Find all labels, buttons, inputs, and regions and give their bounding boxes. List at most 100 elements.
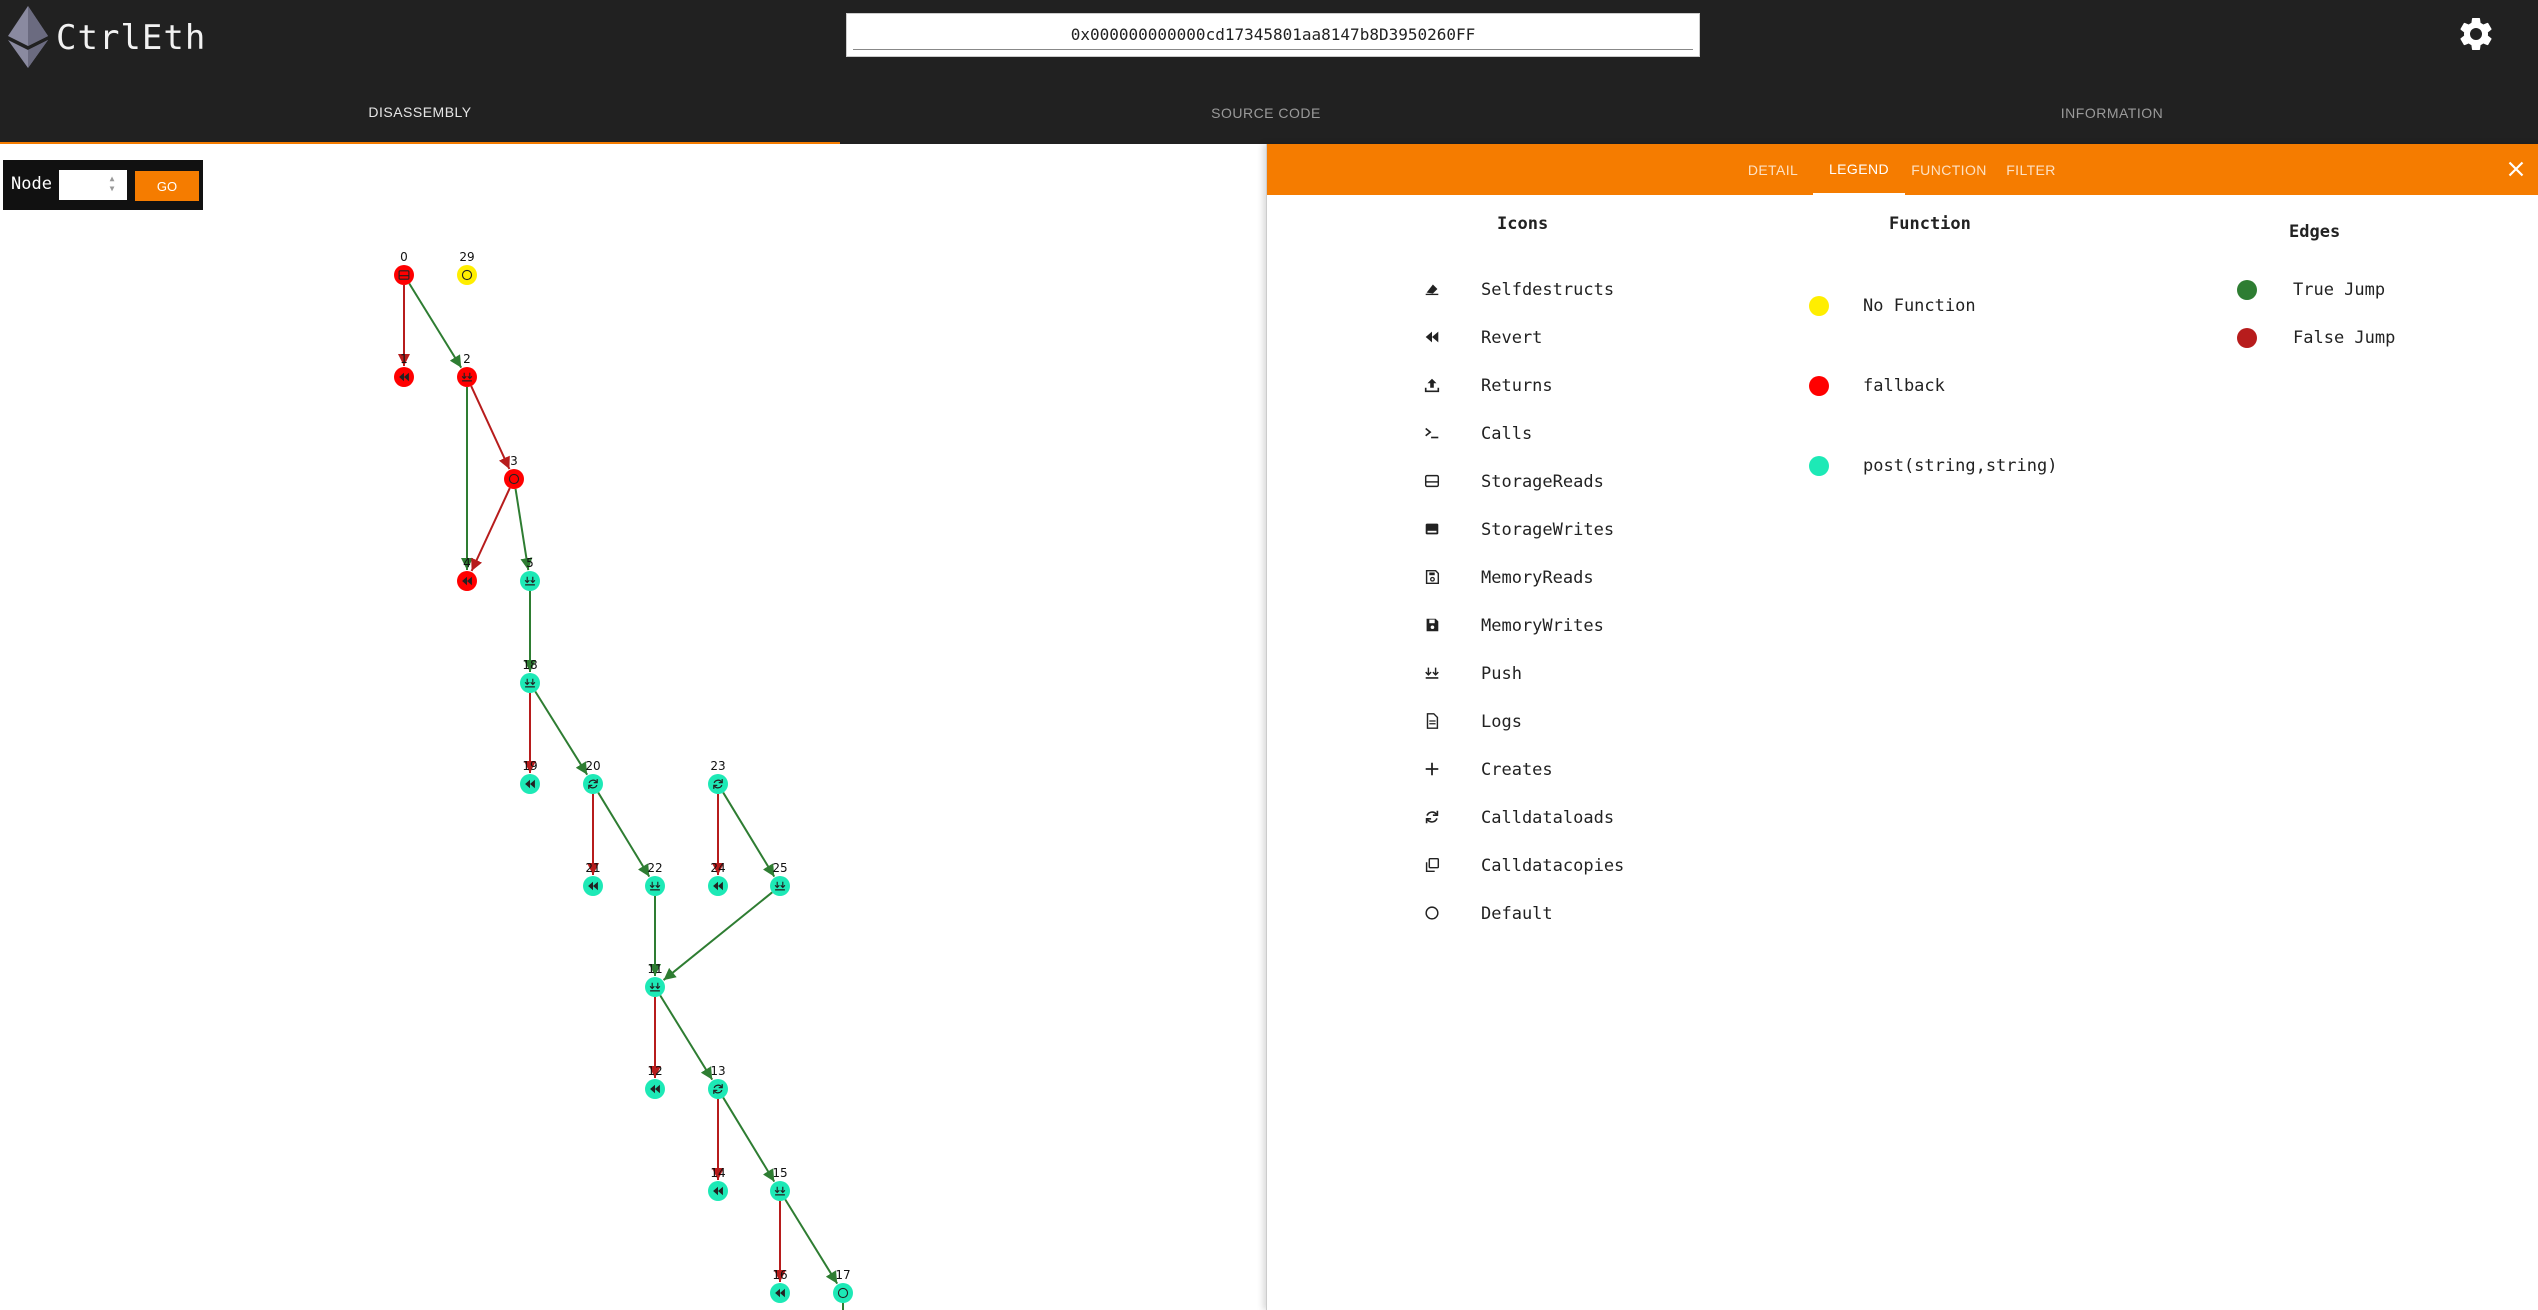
node-id-label: 24	[710, 861, 725, 875]
storage-write-icon	[1423, 520, 1443, 540]
node-id-label: 3	[510, 454, 518, 468]
plus-icon	[1423, 760, 1443, 780]
graph-node[interactable]: 13	[708, 1064, 728, 1099]
document-icon	[1423, 712, 1443, 732]
contract-address-input[interactable]	[853, 20, 1693, 50]
upload-icon	[1423, 376, 1443, 396]
legend-icon-label: MemoryReads	[1481, 568, 1594, 588]
icons-heading: Icons	[1497, 214, 1549, 234]
copy-icon	[1423, 856, 1443, 876]
legend-icon-label: Default	[1481, 904, 1553, 924]
node-id-label: 16	[772, 1268, 787, 1282]
function-color-dot	[1809, 376, 1829, 396]
graph-node[interactable]: 19	[520, 759, 540, 794]
graph-node[interactable]: 20	[583, 759, 603, 794]
node-id-label: 1	[400, 352, 408, 366]
sync-icon	[1423, 808, 1443, 828]
graph-node[interactable]: 2	[457, 352, 477, 387]
node-id-label: 12	[647, 1064, 662, 1078]
true-jump-edge	[784, 1198, 839, 1285]
true-jump-edge	[722, 1097, 776, 1183]
node-id-label: 2	[463, 352, 471, 366]
tab-legend[interactable]: LEGEND	[1813, 144, 1905, 195]
node-id-label: 0	[400, 250, 408, 264]
graph-node[interactable]: 11	[645, 962, 665, 997]
graph-node[interactable]: 22	[645, 861, 665, 896]
circle-icon	[1423, 904, 1443, 924]
graph-node[interactable]: 25	[770, 861, 790, 896]
graph-node[interactable]: 29	[457, 250, 477, 285]
graph-node[interactable]: 15	[770, 1166, 790, 1201]
legend-icon-label: Creates	[1481, 760, 1553, 780]
tab-filter[interactable]: FILTER	[1991, 144, 2071, 195]
tab-source-code[interactable]: SOURCE CODE	[846, 82, 1686, 144]
function-heading: Function	[1889, 214, 1971, 234]
legend-icon-label: Calldataloads	[1481, 808, 1615, 828]
graph-node[interactable]: 14	[708, 1166, 728, 1201]
graph-node[interactable]: 3	[504, 454, 524, 489]
node-id-label: 29	[459, 250, 474, 264]
node-id-label: 13	[710, 1064, 725, 1078]
node-id-label: 17	[835, 1268, 850, 1282]
main-tabs: DISASSEMBLY SOURCE CODE INFORMATION	[0, 82, 2538, 144]
graph-node[interactable]: 0	[394, 250, 414, 285]
graph-node[interactable]: 18	[520, 658, 540, 693]
graph-node[interactable]: 23	[708, 759, 728, 794]
true-jump-edge	[597, 792, 651, 878]
graph-node[interactable]: 5	[520, 556, 540, 591]
node-id-label: 25	[772, 861, 787, 875]
true-jump-edge	[408, 282, 463, 369]
close-icon[interactable]	[2503, 156, 2529, 182]
push-icon	[1423, 664, 1443, 684]
graph-canvas: 0 291 234 51819 20 2321 22 24 251112 1314 1516 17	[394, 250, 853, 1310]
node-id-label: 20	[585, 759, 600, 773]
tab-function[interactable]: FUNCTION	[1907, 144, 1991, 195]
legend-icon-label: MemoryWrites	[1481, 616, 1604, 636]
tab-information[interactable]: INFORMATION	[1692, 82, 2532, 144]
graph-node[interactable]: 1	[394, 352, 414, 387]
graph-node[interactable]: 16	[770, 1268, 790, 1303]
function-color-dot	[1809, 296, 1829, 316]
tab-disassembly[interactable]: DISASSEMBLY	[0, 82, 840, 144]
tab-detail[interactable]: DETAIL	[1731, 144, 1815, 195]
legend-icon-label: StorageReads	[1481, 472, 1604, 492]
node-id-label: 14	[710, 1166, 725, 1180]
terminal-icon	[1423, 424, 1443, 444]
node-id-label: 21	[585, 861, 600, 875]
node-id-label: 5	[526, 556, 534, 570]
legend-icon-label: Calls	[1481, 424, 1533, 444]
true-jump-edge	[534, 690, 589, 776]
node-id-label: 19	[522, 759, 537, 773]
legend-icon-label: StorageWrites	[1481, 520, 1615, 540]
node-id-label: 11	[647, 962, 662, 976]
graph-node[interactable]: 24	[708, 861, 728, 896]
graph-node[interactable]: 17	[833, 1268, 853, 1303]
floppy-icon	[1423, 616, 1443, 636]
legend-icon-label: Selfdestructs	[1481, 280, 1615, 300]
edge-label: False Jump	[2293, 328, 2396, 348]
false-jump-edge	[470, 385, 511, 470]
graph-node[interactable]: 21	[583, 861, 603, 896]
true-jump-edge	[659, 994, 714, 1081]
edge-color-dot	[2237, 328, 2257, 348]
eraser-icon	[1423, 280, 1443, 300]
address-bar	[846, 13, 1700, 57]
gear-icon[interactable]	[2456, 14, 2496, 54]
panel-tab-bar: DETAIL LEGEND FUNCTION FILTER	[1267, 144, 2538, 195]
edge-color-dot	[2237, 280, 2257, 300]
memory-read-icon	[1423, 568, 1443, 588]
legend-icon-label: Returns	[1481, 376, 1553, 396]
node-id-label: 4	[463, 556, 471, 570]
function-label: post(string,string)	[1863, 456, 2058, 476]
node-id-label: 22	[647, 861, 662, 875]
true-jump-edge	[722, 792, 776, 878]
graph-node[interactable]: 12	[645, 1064, 665, 1099]
function-label: No Function	[1863, 296, 1976, 316]
false-jump-edge	[470, 487, 511, 572]
app-header: CtrlEth	[0, 0, 2538, 82]
legend-icon-label: Push	[1481, 664, 1522, 684]
rewind-icon	[1423, 328, 1443, 348]
ethereum-logo-icon	[8, 6, 48, 68]
graph-node[interactable]: 4	[457, 556, 477, 591]
function-label: fallback	[1863, 376, 1945, 396]
